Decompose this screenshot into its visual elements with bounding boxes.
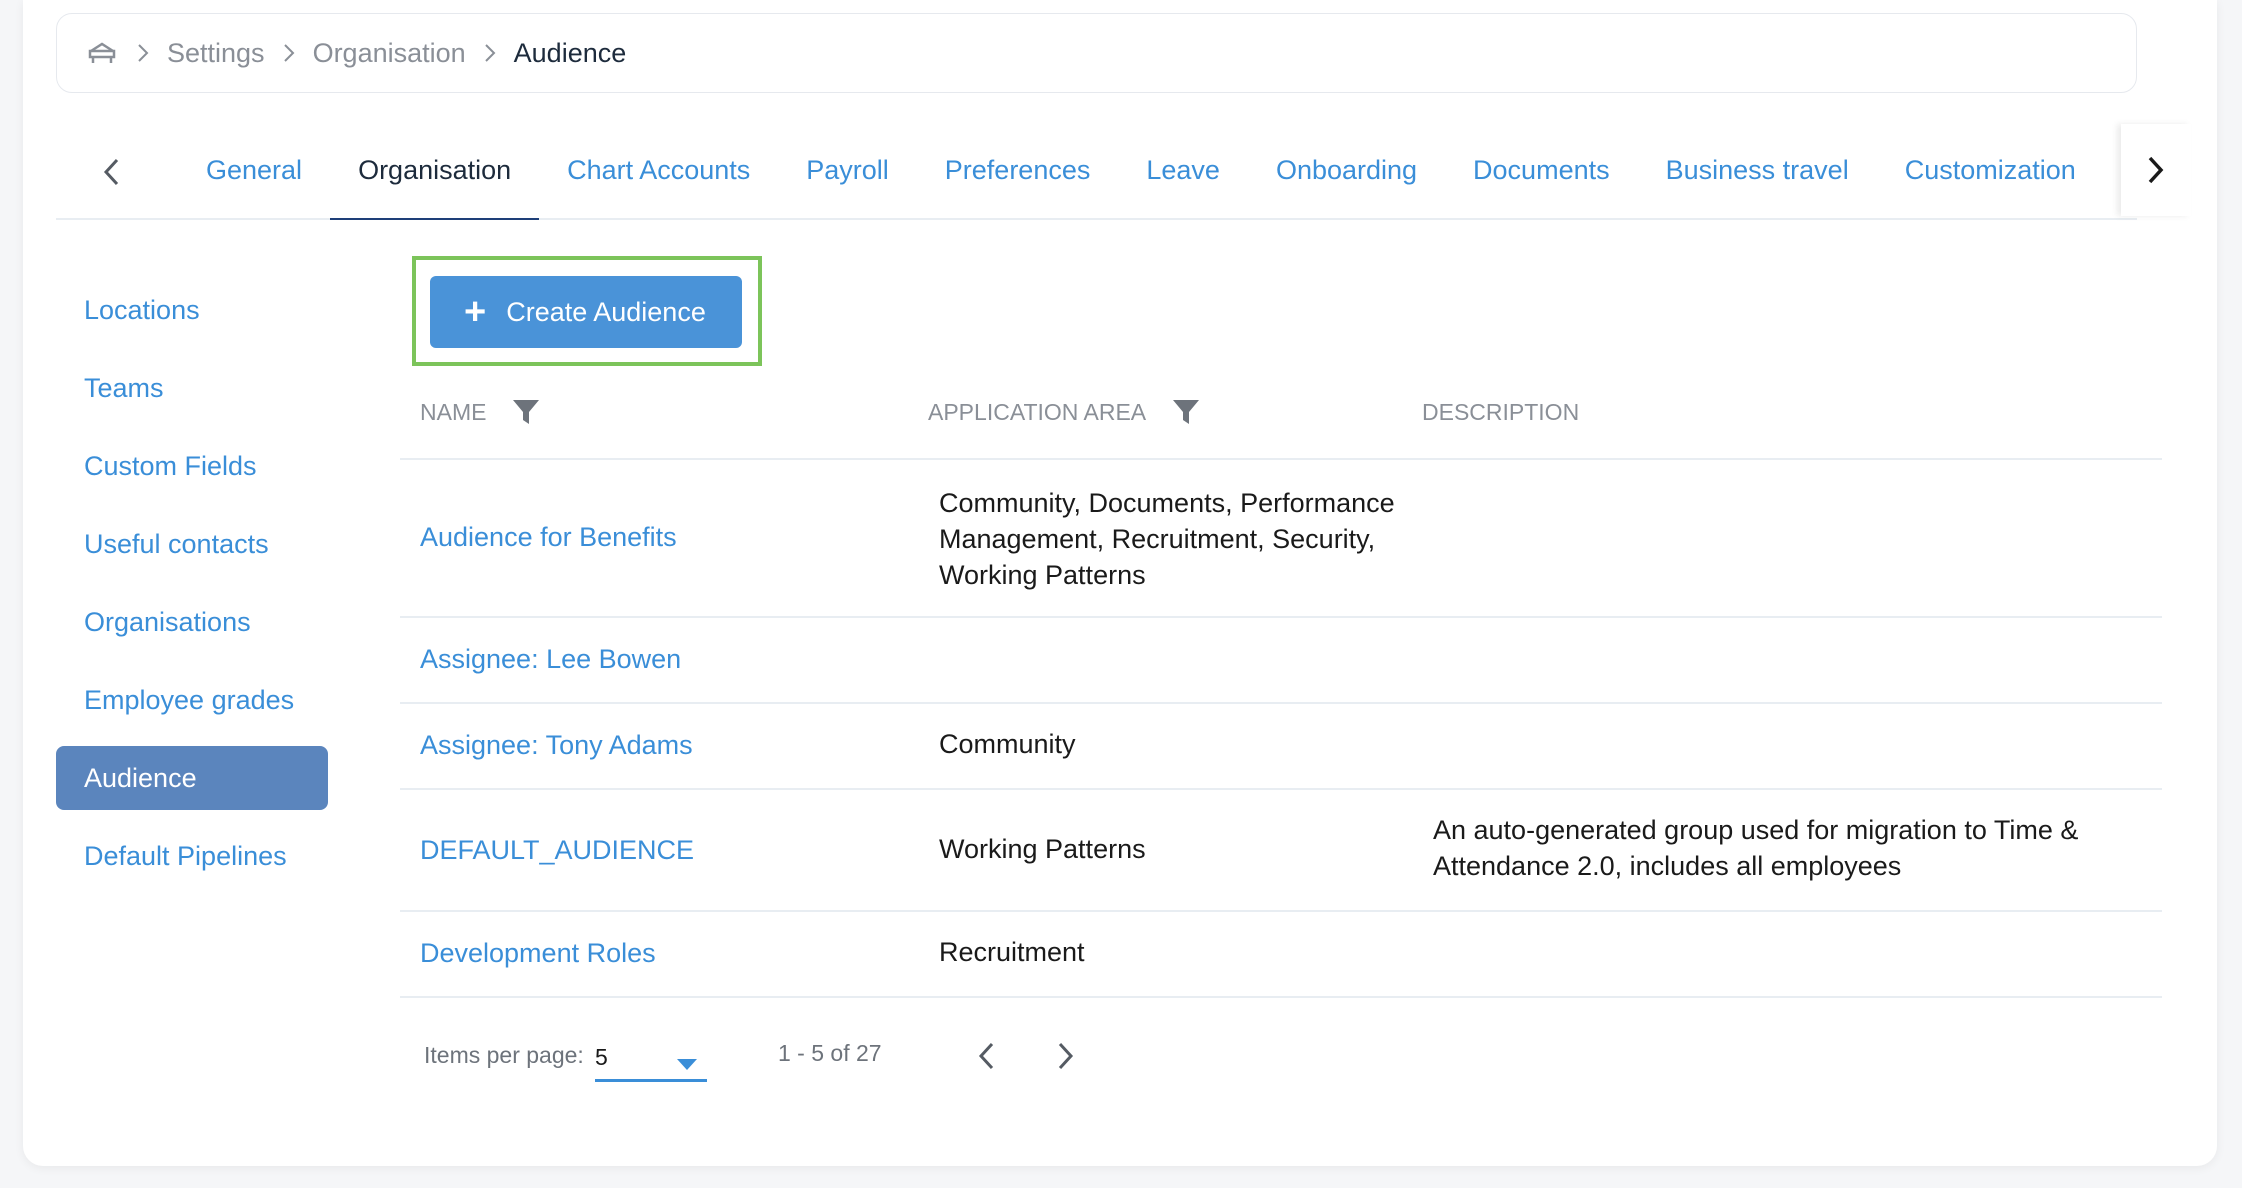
tab-leave[interactable]: Leave (1118, 120, 1248, 220)
items-per-page-value: 5 (595, 1044, 608, 1070)
table-row: Assignee: Lee Bowen (400, 618, 2162, 704)
chevron-left-icon (103, 158, 119, 186)
sidebar: Locations Teams Custom Fields Useful con… (56, 278, 328, 902)
create-audience-button[interactable]: + Create Audience (430, 276, 742, 348)
next-page-button[interactable] (1050, 1036, 1082, 1076)
tab-customization[interactable]: Customization (1877, 120, 2104, 220)
filter-icon[interactable] (1172, 398, 1200, 426)
chevron-right-icon (1058, 1042, 1074, 1070)
table-header: NAME APPLICATION AREA DESCRIPTION (400, 370, 2162, 460)
table-row: Audience for Benefits Community, Documen… (400, 460, 2162, 618)
table-row: Development Roles Recruitment (400, 912, 2162, 998)
row-area: Working Patterns (939, 834, 1146, 864)
row-name-link[interactable]: Audience for Benefits (420, 522, 677, 553)
header-name-label: NAME (420, 398, 487, 425)
items-per-page-select[interactable]: 5 (595, 1030, 707, 1082)
breadcrumb-current: Audience (513, 37, 627, 68)
tab-preferences[interactable]: Preferences (917, 120, 1119, 220)
row-name-link[interactable]: Assignee: Lee Bowen (420, 644, 681, 675)
tab-track: General Organisation Chart Accounts Payroll… (178, 120, 2118, 220)
sidebar-item-useful-contacts[interactable]: Useful contacts (56, 512, 328, 576)
row-area: Community (939, 729, 1076, 759)
tab-chart-accounts[interactable]: Chart Accounts (539, 120, 778, 220)
row-description: An auto-generated group used for migrati… (1433, 815, 2079, 881)
tab-business-travel[interactable]: Business travel (1638, 120, 1877, 220)
chevron-right-icon (283, 43, 295, 63)
header-name: NAME (420, 392, 540, 432)
items-per-page-label: Items per page: (424, 1042, 584, 1068)
table-row: Assignee: Tony Adams Community (400, 704, 2162, 790)
header-area-label: APPLICATION AREA (928, 398, 1147, 425)
sidebar-item-default-pipelines[interactable]: Default Pipelines (56, 824, 328, 888)
sidebar-item-custom-fields[interactable]: Custom Fields (56, 434, 328, 498)
home-icon[interactable] (87, 41, 119, 65)
tabs-scroll-right-button[interactable] (2121, 124, 2191, 216)
tab-onboarding[interactable]: Onboarding (1248, 120, 1445, 220)
row-name-link[interactable]: Development Roles (420, 938, 656, 969)
tab-organisation[interactable]: Organisation (330, 120, 540, 220)
chevron-right-icon (2148, 156, 2164, 184)
row-name-link[interactable]: Assignee: Tony Adams (420, 730, 693, 761)
breadcrumb-organisation[interactable]: Organisation (313, 38, 466, 69)
header-description: DESCRIPTION (1422, 392, 1579, 432)
tab-po[interactable]: Po (2104, 120, 2118, 220)
tab-general[interactable]: General (178, 120, 330, 220)
prev-page-button[interactable] (970, 1036, 1002, 1076)
sidebar-item-locations[interactable]: Locations (56, 278, 328, 342)
breadcrumb: Settings Organisation Audience (56, 13, 2137, 93)
sidebar-item-organisations[interactable]: Organisations (56, 590, 328, 654)
pagination: Items per page: 5 1 - 5 of 27 (424, 1020, 1124, 1082)
page-range: 1 - 5 of 27 (778, 1040, 882, 1066)
row-area: Community, Documents, Performance Manage… (939, 488, 1395, 590)
filter-icon[interactable] (512, 398, 540, 426)
table-row: DEFAULT_AUDIENCE Working Patterns An aut… (400, 790, 2162, 912)
sidebar-item-audience[interactable]: Audience (56, 746, 328, 810)
header-description-label: DESCRIPTION (1422, 398, 1580, 425)
sidebar-item-employee-grades[interactable]: Employee grades (56, 668, 328, 732)
sidebar-item-teams[interactable]: Teams (56, 356, 328, 420)
tab-payroll[interactable]: Payroll (778, 120, 917, 220)
create-audience-label: Create Audience (506, 296, 706, 327)
header-area: APPLICATION AREA (928, 392, 1200, 432)
settings-tabs: General Organisation Chart Accounts Payroll… (56, 120, 2191, 220)
tab-documents[interactable]: Documents (1445, 120, 1638, 220)
breadcrumb-settings[interactable]: Settings (167, 38, 265, 69)
tabs-scroll-left-button[interactable] (96, 152, 126, 192)
chevron-left-icon (978, 1042, 994, 1070)
row-area: Recruitment (939, 937, 1085, 967)
caret-down-icon (677, 1050, 697, 1077)
chevron-right-icon (137, 43, 149, 63)
row-name-link[interactable]: DEFAULT_AUDIENCE (420, 835, 694, 866)
chevron-right-icon (484, 43, 496, 63)
plus-icon: + (464, 291, 487, 333)
